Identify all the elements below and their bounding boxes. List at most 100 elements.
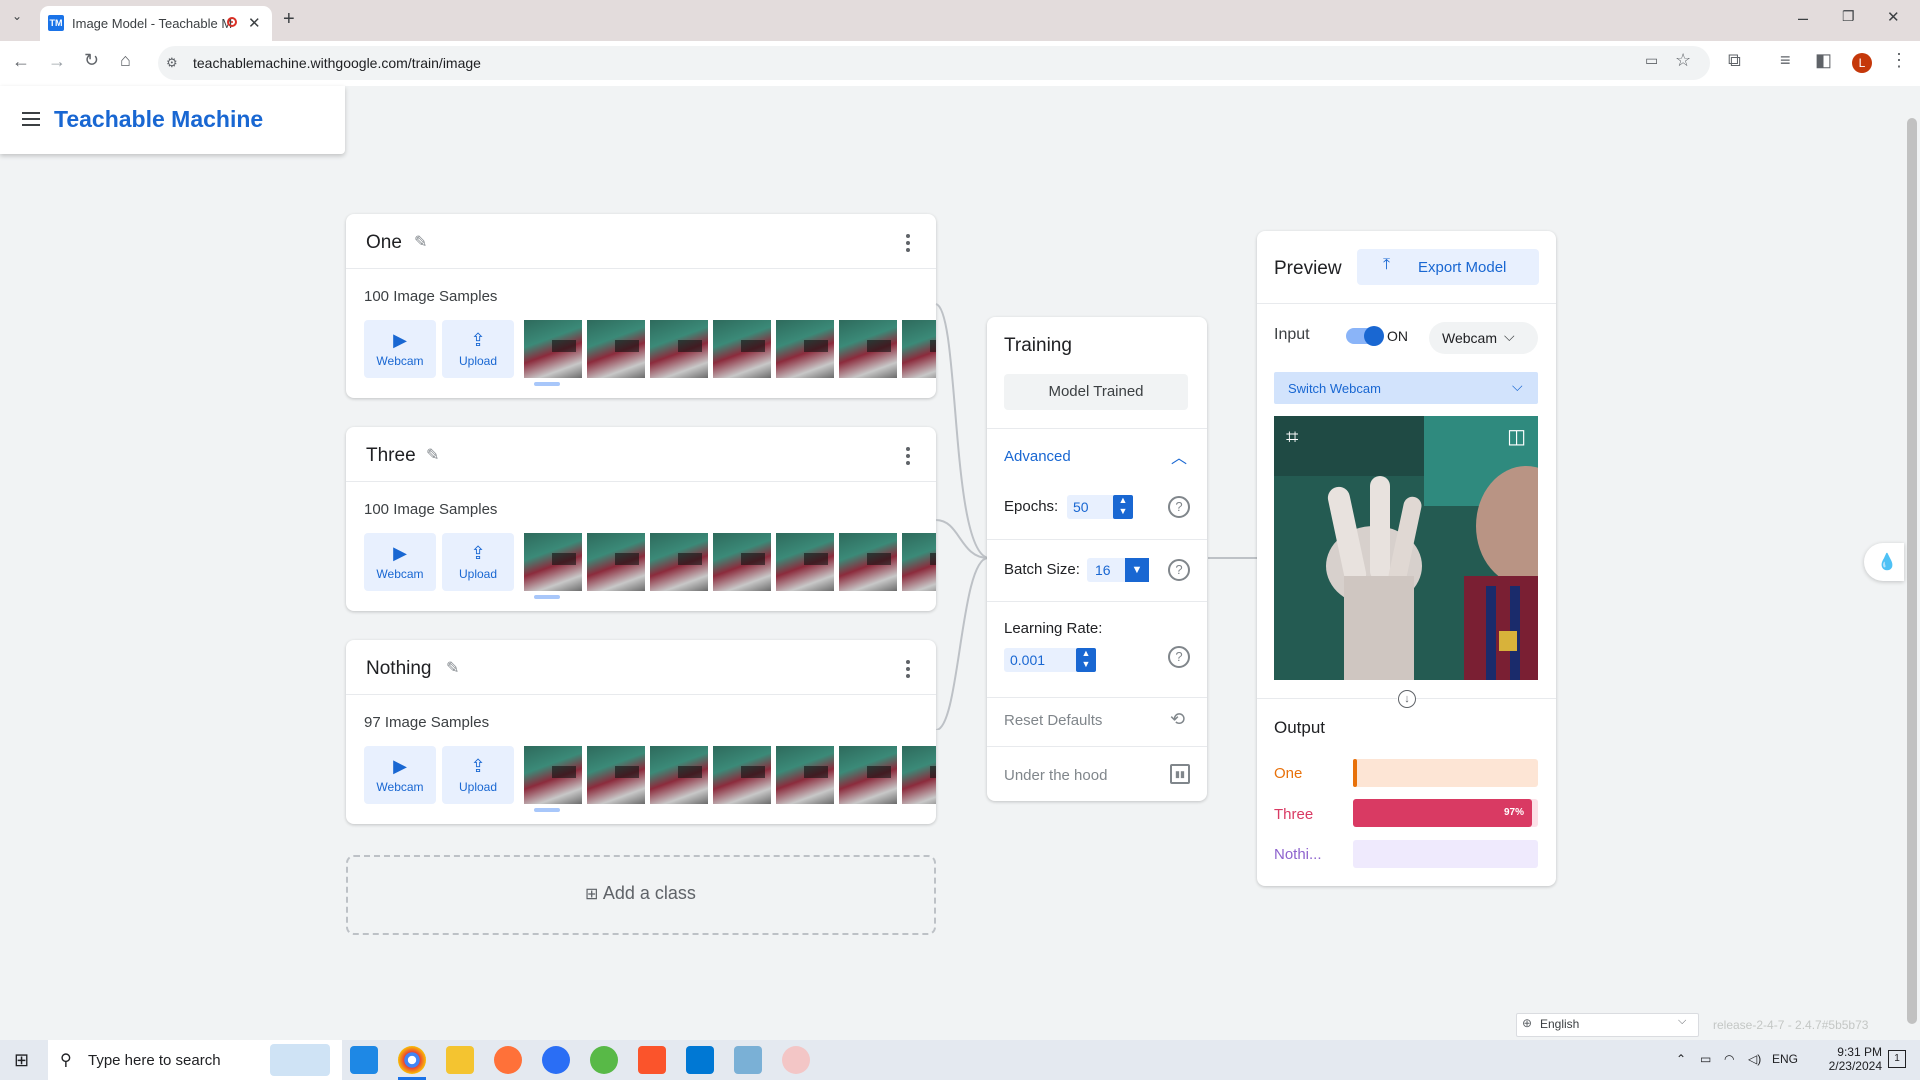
green-app-icon[interactable] <box>590 1046 618 1074</box>
minimize-window-icon[interactable]: – <box>1798 8 1808 29</box>
class-name[interactable]: One <box>366 232 402 254</box>
epochs-help-icon[interactable]: ? <box>1168 496 1190 518</box>
media-control-icon[interactable]: ≡ <box>1780 50 1791 71</box>
thumbnail-scrollbar[interactable] <box>524 595 936 599</box>
chevron-down-icon[interactable]: ⌵ <box>1678 1015 1686 1028</box>
tray-chevron-up-icon[interactable]: ⌃ <box>1676 1052 1686 1066</box>
url-text[interactable]: teachablemachine.withgoogle.com/train/im… <box>193 55 481 71</box>
file-explorer-icon[interactable] <box>446 1046 474 1074</box>
profile-avatar[interactable]: L <box>1852 53 1872 73</box>
input-language[interactable]: ENG <box>1772 1052 1798 1066</box>
site-info-icon[interactable]: ⚙ <box>166 55 178 71</box>
sample-thumbnail[interactable] <box>839 320 897 378</box>
batch-size-help-icon[interactable]: ? <box>1168 559 1190 581</box>
sample-thumbnail[interactable] <box>524 533 582 591</box>
side-widget-bubble[interactable]: 💧 <box>1864 543 1904 581</box>
app-title[interactable]: Teachable Machine <box>54 106 263 133</box>
edit-pencil-icon[interactable]: ✎ <box>446 658 459 678</box>
sample-thumbnail[interactable] <box>650 320 708 378</box>
chrome-icon[interactable] <box>398 1046 426 1074</box>
taskbar-search-text[interactable]: Type here to search <box>88 1052 221 1069</box>
sample-thumbnail[interactable] <box>650 533 708 591</box>
edge-browser-icon[interactable] <box>350 1046 378 1074</box>
bar-chart-icon[interactable]: ▮▮ <box>1170 764 1190 784</box>
sample-thumbnail[interactable] <box>839 746 897 804</box>
learning-rate-stepper[interactable]: ▲ ▼ <box>1076 648 1096 672</box>
hamburger-menu-icon[interactable] <box>22 112 40 126</box>
sample-thumbnail[interactable] <box>524 746 582 804</box>
model-trained-button[interactable]: Model Trained <box>1004 374 1188 410</box>
thumbnail-scrollbar[interactable] <box>524 382 936 386</box>
sample-thumbnails[interactable] <box>524 320 936 378</box>
sample-thumbnails[interactable] <box>524 533 936 591</box>
sample-thumbnail[interactable] <box>839 533 897 591</box>
extensions-puzzle-icon[interactable]: ⧉ <box>1728 50 1741 71</box>
upload-button[interactable]: ⇪ Upload <box>442 746 514 804</box>
upload-button[interactable]: ⇪ Upload <box>442 533 514 591</box>
input-source-label[interactable]: Webcam <box>1442 330 1497 346</box>
switch-webcam-label[interactable]: Switch Webcam <box>1288 381 1381 396</box>
sample-thumbnails[interactable] <box>524 746 936 804</box>
brave-browser-icon[interactable] <box>638 1046 666 1074</box>
page-scrollbar-thumb[interactable] <box>1907 118 1917 1024</box>
webcam-button[interactable]: ▶ Webcam <box>364 746 436 804</box>
flip-horizontal-icon[interactable]: ◫ <box>1507 424 1526 449</box>
sample-thumbnail[interactable] <box>524 320 582 378</box>
snipping-tool-icon[interactable] <box>782 1046 810 1074</box>
class-name[interactable]: Three <box>366 445 416 467</box>
language-label[interactable]: English <box>1540 1017 1579 1031</box>
notes-app-icon[interactable] <box>734 1046 762 1074</box>
volume-icon[interactable]: ◁) <box>1748 1052 1761 1066</box>
chevron-down-icon[interactable]: ⌵ <box>1504 328 1515 345</box>
close-window-icon[interactable]: ✕ <box>1887 8 1900 26</box>
thumbnail-scrollbar[interactable] <box>524 808 936 812</box>
side-panel-icon[interactable]: ◧ <box>1815 50 1832 71</box>
home-icon[interactable]: ⌂ <box>120 50 131 71</box>
advanced-toggle[interactable]: Advanced <box>1004 448 1071 465</box>
sample-thumbnail[interactable] <box>587 746 645 804</box>
wifi-icon[interactable]: ◠ <box>1724 1052 1734 1066</box>
epochs-stepper[interactable]: ▲ ▼ <box>1113 495 1133 519</box>
more-options-icon[interactable] <box>906 447 910 468</box>
sample-thumbnail[interactable] <box>776 746 834 804</box>
sample-thumbnail[interactable] <box>713 746 771 804</box>
export-model-label[interactable]: Export Model <box>1418 259 1506 276</box>
edit-pencil-icon[interactable]: ✎ <box>414 232 427 252</box>
edit-pencil-icon[interactable]: ✎ <box>426 445 439 465</box>
firefox-developer-icon[interactable] <box>542 1046 570 1074</box>
arrow-down-icon[interactable]: ↓ <box>1398 690 1416 708</box>
battery-icon[interactable]: ▭ <box>1700 1052 1711 1066</box>
back-arrow-icon[interactable]: ← <box>12 51 30 72</box>
more-options-icon[interactable] <box>906 234 910 255</box>
forward-arrow-icon[interactable]: → <box>48 51 66 72</box>
taskbar-clock[interactable]: 9:31 PM 2/23/2024 <box>1822 1045 1882 1073</box>
learning-rate-help-icon[interactable]: ? <box>1168 646 1190 668</box>
new-tab-plus-icon[interactable]: + <box>283 8 295 31</box>
upload-button[interactable]: ⇪ Upload <box>442 320 514 378</box>
sample-thumbnail[interactable] <box>587 320 645 378</box>
webcam-button[interactable]: ▶ Webcam <box>364 320 436 378</box>
reload-icon[interactable]: ↻ <box>84 50 99 71</box>
webcam-button[interactable]: ▶ Webcam <box>364 533 436 591</box>
batch-size-dropdown-icon[interactable]: ▼ <box>1125 558 1149 582</box>
sample-thumbnail[interactable] <box>713 533 771 591</box>
learning-rate-input[interactable]: 0.001 <box>1004 648 1078 672</box>
sample-thumbnail[interactable] <box>776 320 834 378</box>
browser-menu-icon[interactable]: ⋮ <box>1890 50 1908 71</box>
bookmark-star-icon[interactable]: ☆ <box>1675 50 1691 71</box>
chevron-up-icon[interactable]: ︿ <box>1171 444 1187 468</box>
sample-thumbnail[interactable] <box>902 746 936 804</box>
input-toggle[interactable] <box>1346 326 1384 346</box>
chevron-down-icon[interactable]: ⌵ <box>1512 378 1523 395</box>
more-options-icon[interactable] <box>906 660 910 681</box>
class-name[interactable]: Nothing <box>366 658 432 680</box>
restore-window-icon[interactable]: ❐ <box>1842 8 1855 25</box>
epochs-input[interactable]: 50 <box>1067 495 1119 519</box>
notification-center-icon[interactable]: 1 <box>1888 1050 1906 1068</box>
crop-icon[interactable]: ⌗ <box>1286 424 1298 450</box>
reset-defaults-button[interactable]: Reset Defaults <box>1004 712 1102 729</box>
camera-in-use-icon[interactable]: ▭ <box>1645 52 1658 69</box>
vscode-icon[interactable] <box>686 1046 714 1074</box>
browser-tab[interactable]: TM Image Model - Teachable M ✕ <box>40 6 272 41</box>
sample-thumbnail[interactable] <box>587 533 645 591</box>
